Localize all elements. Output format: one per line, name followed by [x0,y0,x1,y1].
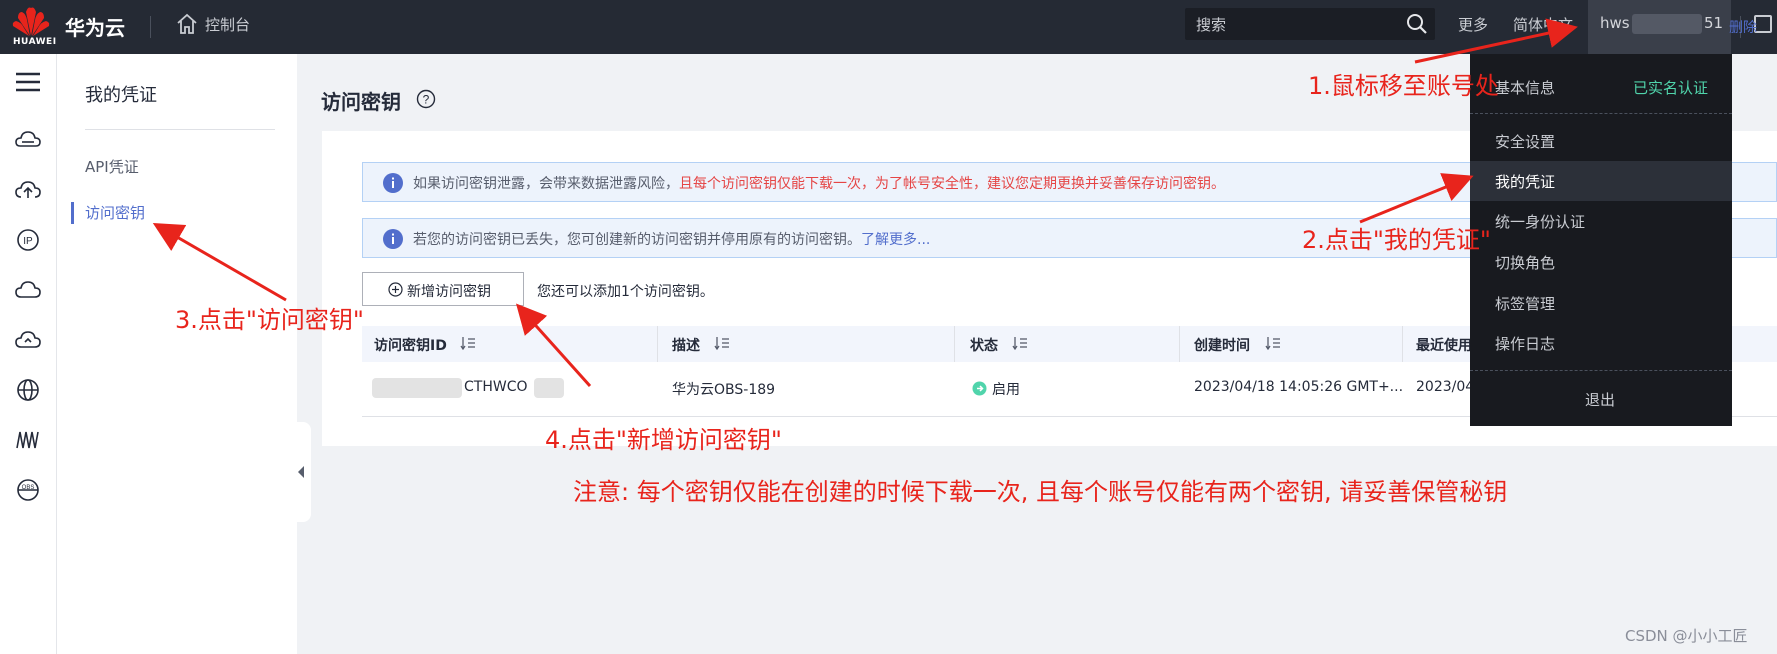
divider [1402,326,1403,362]
alert-text: 如果访问密钥泄露，会带来数据泄露风险，且每个访问密钥仅能下载一次，为了帐号安全性… [413,173,1225,193]
divider [1470,113,1732,114]
alert-text-warning: 且每个访问密钥仅能下载一次，为了帐号安全性，建议您定期更换并妥善保存访问密钥。 [679,176,1225,192]
info-icon [383,229,403,249]
search-placeholder: 搜索 [1196,16,1227,34]
console-link[interactable]: 控制台 [205,14,250,35]
annotation-step-3: 3.点击"访问密钥" [175,306,364,334]
column-header-status: 状态 [970,338,998,354]
search-input[interactable]: 搜索 [1185,8,1435,40]
account-dropdown-menu: 基本信息 已实名认证 安全设置 我的凭证 统一身份认证 切换角色 标签管理 操作… [1470,54,1732,426]
menu-icon[interactable] [14,68,42,96]
status-enabled-icon [972,381,987,396]
add-access-key-button[interactable]: 新增访问密钥 [362,272,524,306]
ip-icon[interactable]: IP [14,226,42,254]
menu-item-switch-role[interactable]: 切换角色 [1495,252,1555,273]
huawei-logo-icon[interactable] [12,4,50,38]
annotation-step-2: 2.点击"我的凭证" [1302,226,1491,254]
language-switch[interactable]: 简体中文 [1513,14,1573,35]
logout-button[interactable]: 退出 [1585,389,1615,410]
quota-text: 您还可以添加1个访问密钥。 [537,284,714,300]
annotation-step-4: 4.点击"新增访问密钥" [545,426,782,454]
description-cell: 华为云OBS-189 [672,382,776,398]
brand-name[interactable]: 华为云 [65,12,125,41]
account-menu[interactable]: hws 51 [1588,0,1731,54]
menu-item-operation-log[interactable]: 操作日志 [1495,333,1555,354]
menu-item-my-credentials[interactable]: 我的凭证 [1495,171,1555,192]
sidebar-item-access-keys[interactable]: 访问密钥 [85,202,145,223]
annotation-step-1: 1.鼠标移至账号处 [1308,72,1499,100]
cloud-icon[interactable] [14,276,42,304]
column-header-created: 创建时间 [1194,338,1250,354]
account-name-prefix: hws [1600,14,1630,32]
globe-icon[interactable] [14,376,42,404]
sort-icon[interactable] [1265,336,1281,350]
cloud-server-icon[interactable] [14,126,42,154]
divider [150,16,151,38]
divider [1470,370,1732,371]
annotation-note: 注意: 每个密钥仅能在创建的时候下载一次, 且每个账号仅能有两个密钥, 请妥善保… [573,478,1508,506]
svg-text:OBS: OBS [22,485,35,491]
add-button-label: 新增访问密钥 [407,284,491,300]
alert-text-normal: 若您的访问密钥已丢失，您可创建新的访问密钥并停用原有的访问密钥。 [413,232,861,248]
menu-item-tag-management[interactable]: 标签管理 [1495,293,1555,314]
top-navigation-bar: HUAWEI 华为云 控制台 搜索 更多 简体中文 hws 51 [0,0,1777,54]
key-id-mask [534,378,564,398]
watermark: CSDN @小小工匠 [1625,627,1748,645]
cloud-upload-icon[interactable] [14,176,42,204]
sort-icon[interactable] [714,336,730,350]
alert-text: 若您的访问密钥已丢失，您可创建新的访问密钥并停用原有的访问密钥。了解更多... [413,229,930,249]
chevron-left-icon [298,466,304,478]
credentials-sidebar: 我的凭证 API凭证 访问密钥 [57,54,297,654]
divider [85,129,275,130]
info-icon [383,173,403,193]
more-menu[interactable]: 更多 [1458,14,1488,35]
plus-circle-icon [388,282,403,297]
column-header-description: 描述 [672,338,700,354]
key-id-mask [372,378,462,398]
obs-globe-icon[interactable]: OBS [14,476,42,504]
account-name-mask [1632,14,1702,34]
last-used-cell: 2023/04 [1416,379,1475,395]
learn-more-link[interactable]: 了解更多... [861,232,930,248]
column-header-last-used: 最近使用 [1416,338,1472,354]
home-icon[interactable] [175,12,199,36]
page-title: 访问密钥 [321,90,401,114]
svg-text:?: ? [423,93,430,107]
divider [657,326,658,362]
active-indicator [71,202,74,224]
account-name-suffix: 51 [1704,14,1724,32]
service-icon-rail: IP OBS [0,54,57,654]
key-id-cell: CTHWCO [464,379,528,395]
status-cell: 启用 [992,382,1020,398]
sort-icon[interactable] [1012,336,1028,350]
column-header-key-id: 访问密钥ID [374,338,447,354]
svg-text:IP: IP [23,236,33,247]
sidebar-item-api-credentials[interactable]: API凭证 [85,156,139,177]
sort-icon[interactable] [460,336,476,350]
menu-item-iam[interactable]: 统一身份认证 [1495,211,1585,232]
created-cell: 2023/04/18 14:05:26 GMT+... [1194,379,1404,395]
divider [1179,326,1180,362]
sidebar-title: 我的凭证 [85,85,157,106]
huawei-logo-text: HUAWEI [13,37,57,47]
menu-item-basic-info[interactable]: 基本信息 [1495,77,1555,98]
menu-item-security[interactable]: 安全设置 [1495,131,1555,152]
sidebar-collapse-button[interactable] [293,422,311,522]
alert-text-normal: 如果访问密钥泄露，会带来数据泄露风险， [413,176,679,192]
help-icon[interactable]: ? [416,89,436,109]
cloud-arrow-icon[interactable] [14,326,42,354]
cluster-icon[interactable] [14,426,42,454]
delete-link[interactable]: 删除 [1729,17,1757,37]
divider [954,326,955,362]
verified-badge[interactable]: 已实名认证 [1633,77,1708,98]
search-icon[interactable] [1406,13,1428,35]
